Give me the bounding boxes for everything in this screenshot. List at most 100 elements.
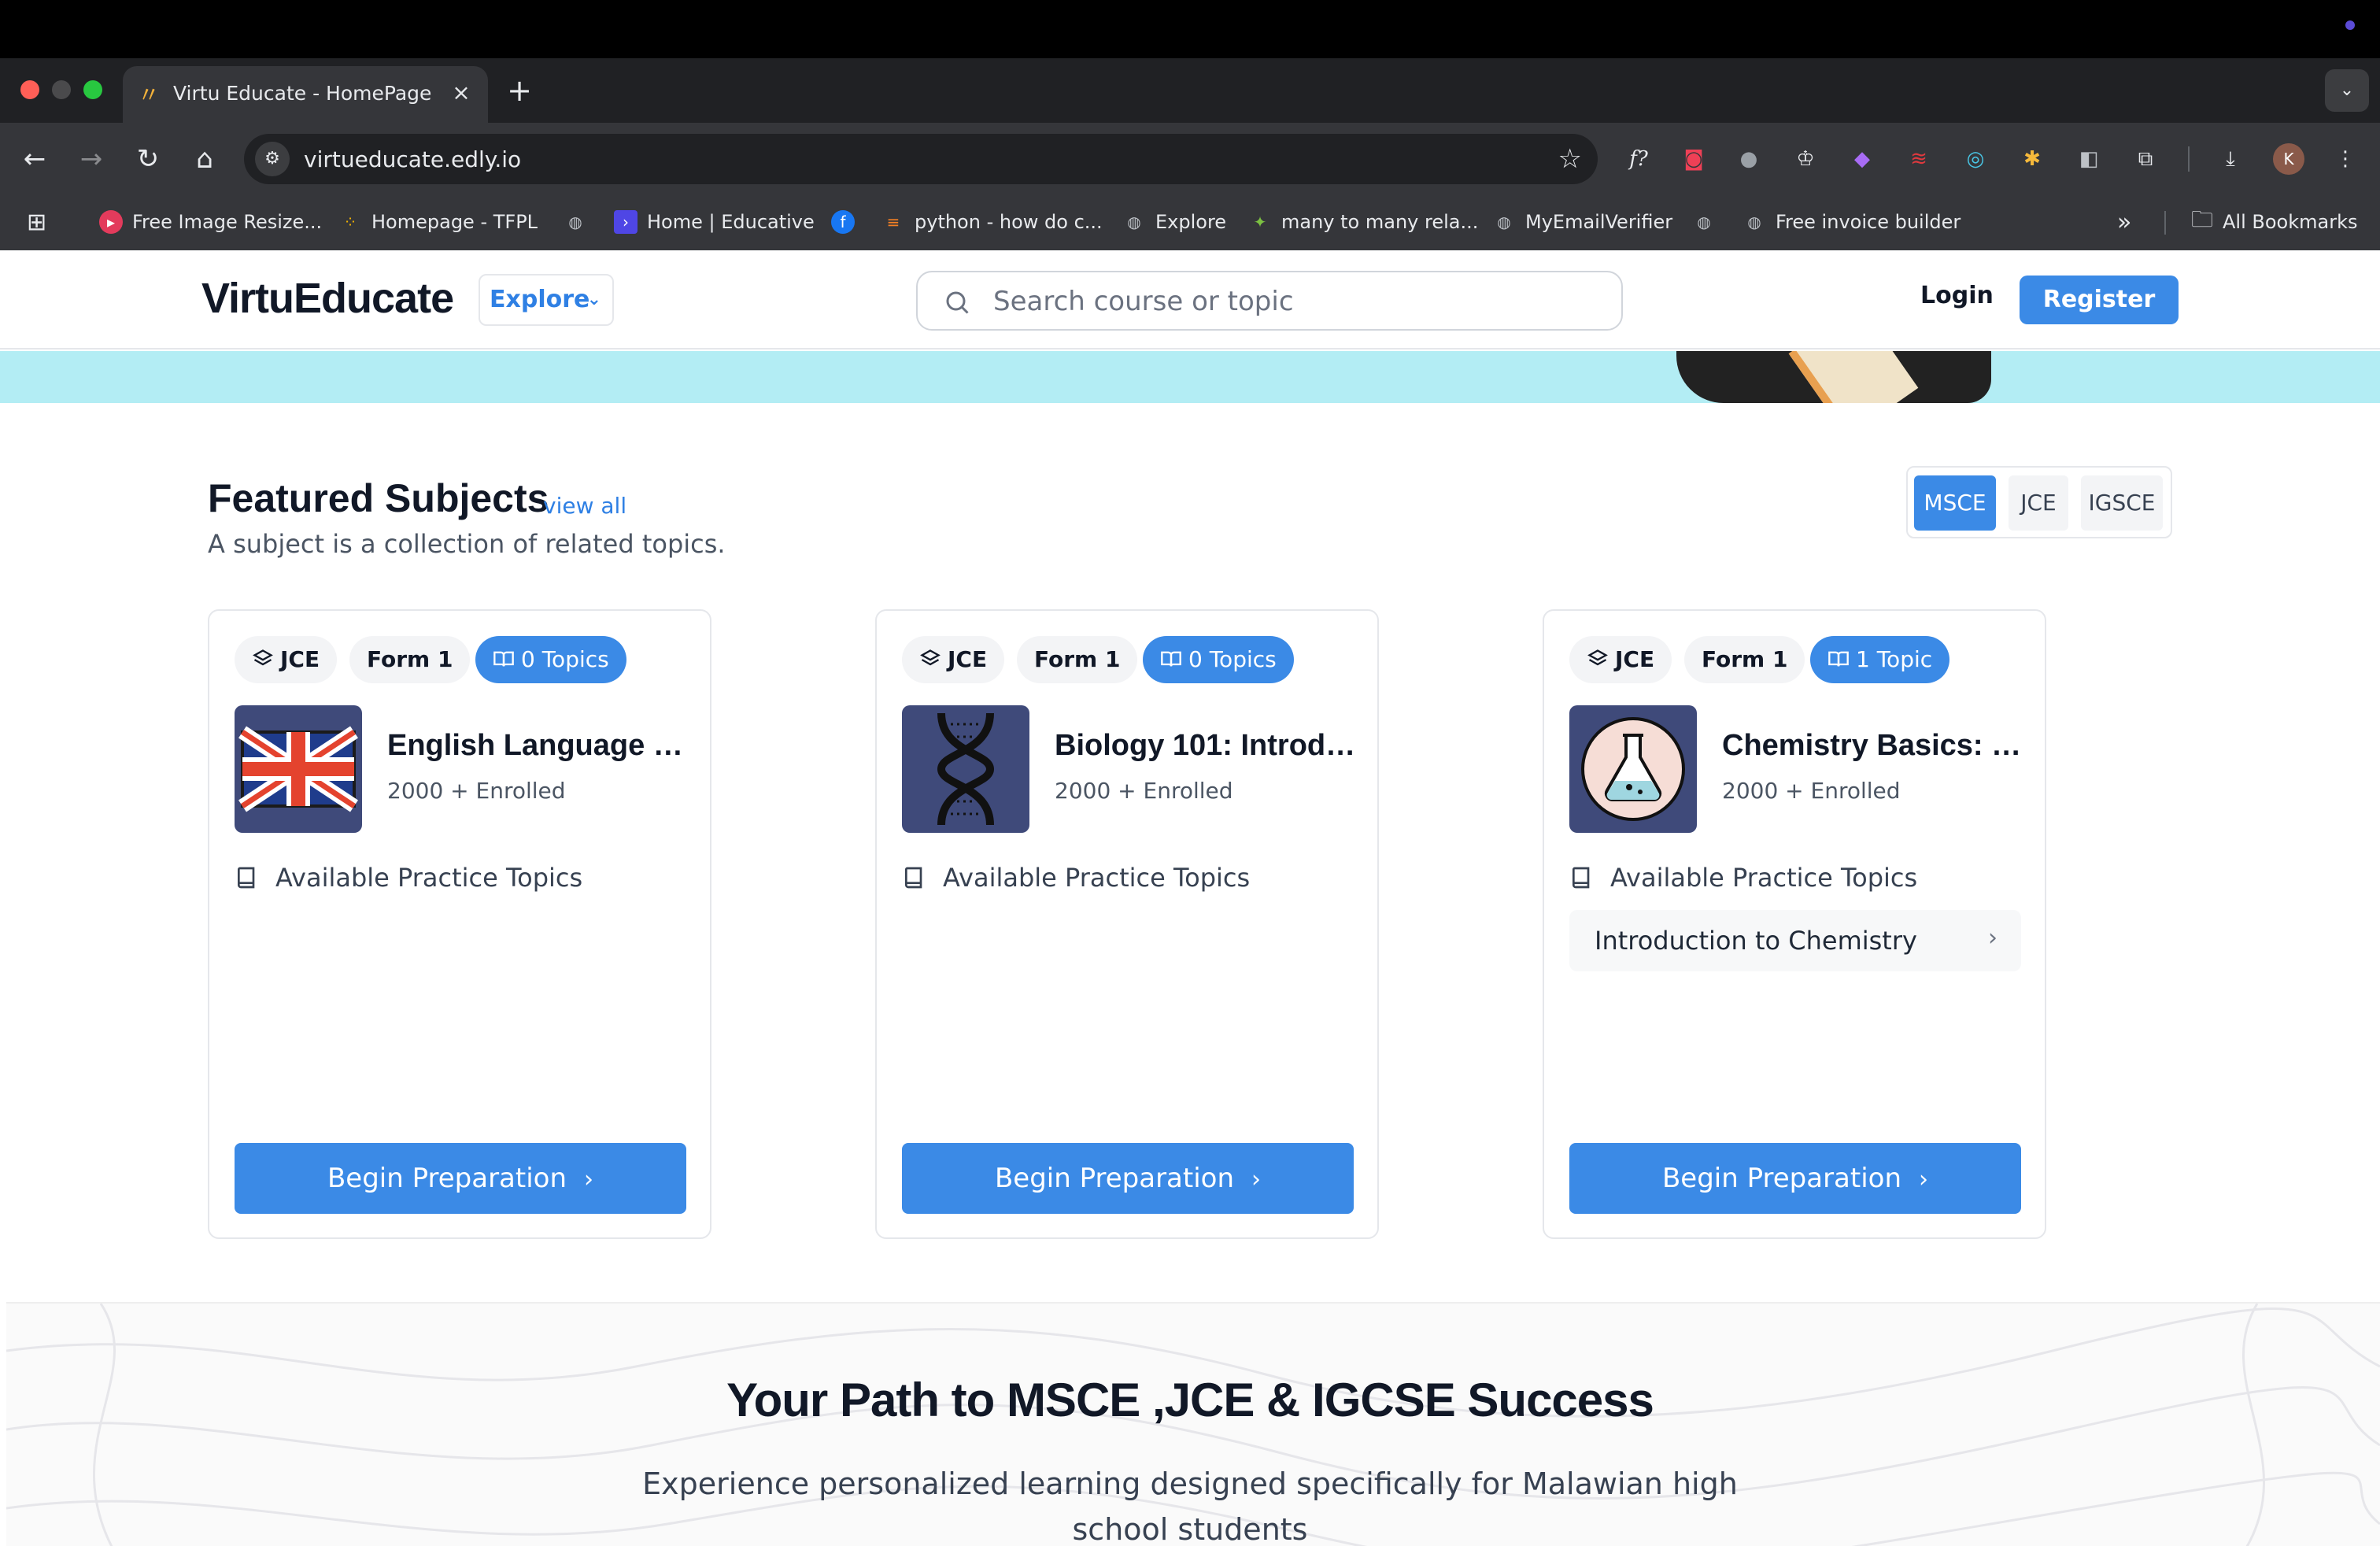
form-badge: Form 1 [1684, 636, 1805, 683]
layers-icon [1587, 649, 1608, 666]
form-badge: Form 1 [1017, 636, 1138, 683]
layers-icon [253, 649, 273, 666]
featured-subjects-subtitle: A subject is a collection of related top… [208, 529, 726, 559]
bookmark-star-icon[interactable]: ☆ [1558, 142, 1582, 176]
back-icon[interactable]: ← [16, 140, 54, 178]
flask-icon [1569, 705, 1697, 833]
window-minimize-button[interactable] [52, 80, 71, 99]
tab-close-icon[interactable]: × [447, 79, 475, 107]
new-tab-button[interactable]: + [504, 76, 535, 107]
tab-msce[interactable]: MSCE [1914, 475, 1996, 531]
facebook-icon: f [831, 210, 855, 234]
bookmark-facebook[interactable]: f [831, 206, 855, 238]
begin-preparation-button[interactable]: Begin Preparation › [1569, 1143, 2021, 1214]
level-badge: JCE [902, 636, 1005, 683]
window-zoom-button[interactable] [83, 80, 102, 99]
extension-stack-icon[interactable]: ≋ [1901, 142, 1936, 176]
practice-topics-heading: Available Practice Topics [1569, 863, 1917, 893]
subject-title[interactable]: English Language Es... [387, 729, 694, 763]
stackoverflow-icon: ≡ [886, 213, 900, 231]
browser-menu-icon[interactable]: ⋮ [2328, 142, 2363, 176]
browser-toolbar: ← → ↻ ⌂ ⚙ virtueducate.edly.io ☆ f? ◙ ● … [0, 123, 2380, 195]
tab-search-button[interactable]: ⌄ [2325, 69, 2369, 112]
register-button[interactable]: Register [2020, 276, 2179, 324]
extension-pinwheel-icon[interactable]: ✱ [2015, 142, 2049, 176]
browser-tab-active[interactable]: 〃 Virtu Educate - HomePage × [123, 66, 488, 123]
practice-topics-heading: Available Practice Topics [235, 863, 582, 893]
address-url[interactable]: virtueducate.edly.io [304, 146, 521, 172]
topics-count-badge: 1 Topic [1810, 636, 1950, 683]
home-icon[interactable]: ⌂ [186, 140, 224, 178]
uk-flag-icon [235, 705, 362, 833]
bookmark-globe-1[interactable]: ◍ [564, 206, 587, 238]
reload-icon[interactable]: ↻ [129, 140, 167, 178]
bookmark-educative[interactable]: › Home | Educative [614, 206, 815, 238]
globe-icon: ◍ [1697, 213, 1711, 231]
extension-formula-icon[interactable]: f? [1621, 142, 1656, 176]
educative-icon: › [614, 210, 638, 234]
profile-avatar[interactable]: K [2273, 143, 2304, 175]
enrolled-count: 2000 + Enrolled [1055, 778, 1233, 804]
subject-title[interactable]: Biology 101: Introduc... [1055, 729, 1362, 763]
hero-book-image [1788, 351, 1919, 403]
section-title: Your Path to MSCE ,JCE & IGCSE Success [726, 1374, 1654, 1426]
extension-pocket-icon[interactable]: ◙ [1676, 142, 1711, 176]
search-box[interactable] [916, 271, 1623, 331]
search-input[interactable] [993, 280, 1591, 323]
extension-window-icon[interactable]: ◧ [2071, 142, 2106, 176]
subject-title[interactable]: Chemistry Basics: Fo... [1722, 729, 2029, 763]
search-icon [946, 291, 969, 314]
layers-icon [920, 649, 941, 666]
tab-jce[interactable]: JCE [2009, 475, 2068, 531]
chevron-right-icon: › [1988, 924, 1998, 952]
begin-preparation-button[interactable]: Begin Preparation › [902, 1143, 1354, 1214]
site-info-icon[interactable]: ⚙ [255, 142, 290, 176]
all-bookmarks-folder[interactable]: 🗀 All Bookmarks [2191, 206, 2357, 238]
apps-grid-icon[interactable]: ⊞ [27, 206, 46, 238]
bookmarks-overflow-icon[interactable]: » [2117, 206, 2131, 238]
dna-thumbnail [902, 705, 1029, 833]
open-book-icon [493, 651, 514, 667]
bookmark-explore[interactable]: ◍ Explore [1122, 206, 1226, 238]
topic-list-item[interactable]: Introduction to Chemistry › [1569, 910, 2021, 971]
bookmarks-divider [2164, 211, 2166, 235]
web-page: VirtuEducate Explore ⌄ Login Register Fe… [0, 250, 2380, 1546]
status-indicator-icon [2345, 20, 2355, 30]
bookmark-homepage-tfpl[interactable]: ⁘ Homepage - TFPL [338, 206, 538, 238]
toolbar-divider [2188, 146, 2190, 172]
address-bar[interactable]: ⚙ virtueducate.edly.io ☆ [244, 134, 1598, 184]
login-link[interactable]: Login [1920, 282, 1994, 309]
globe-icon: ◍ [1497, 213, 1511, 231]
download-icon[interactable]: ⤓ [2213, 142, 2248, 176]
hero-banner [0, 351, 2380, 403]
extension-bulb-icon[interactable]: ● [1731, 142, 1766, 176]
begin-preparation-button[interactable]: Begin Preparation › [235, 1143, 686, 1214]
bookmark-free-invoice-builder[interactable]: ◍ Free invoice builder [1743, 206, 1961, 238]
extensions-puzzle-icon[interactable]: ⧉ [2128, 142, 2163, 176]
extension-color-icon[interactable]: ◎ [1958, 142, 1993, 176]
os-menu-bar [0, 0, 2380, 58]
enrolled-count: 2000 + Enrolled [1722, 778, 1901, 804]
site-logo[interactable]: VirtuEducate [201, 274, 454, 323]
bookmark-many-to-many[interactable]: ✦ many to many rela... [1248, 206, 1479, 238]
extension-brush-icon[interactable]: ◆ [1845, 142, 1879, 176]
subject-card: JCE Form 1 0 Topics Biology 101: Introdu… [875, 609, 1379, 1239]
featured-subjects-title: Featured Subjects [208, 476, 549, 520]
tab-igsce[interactable]: IGSCE [2081, 475, 2163, 531]
bookmark-globe-2[interactable]: ◍ [1692, 206, 1716, 238]
dna-icon [902, 705, 1029, 833]
level-badge: JCE [235, 636, 338, 683]
image-resizer-icon: ▸ [99, 210, 123, 234]
forward-icon[interactable]: → [72, 140, 110, 178]
bookmark-myemailverifier[interactable]: ◍ MyEmailVerifier [1492, 206, 1672, 238]
window-close-button[interactable] [20, 80, 39, 99]
leaf-icon: ✦ [1253, 213, 1267, 231]
chevron-right-icon: › [1919, 1166, 1929, 1193]
extension-chef-icon[interactable]: ♔ [1788, 142, 1823, 176]
bookmark-python-question[interactable]: ≡ python - how do c... [881, 206, 1103, 238]
enrolled-count: 2000 + Enrolled [387, 778, 566, 804]
explore-dropdown[interactable]: Explore ⌄ [479, 274, 614, 326]
form-badge: Form 1 [349, 636, 471, 683]
view-all-link[interactable]: view all [543, 493, 626, 519]
bookmark-free-image-resize[interactable]: ▸ Free Image Resize... [99, 206, 322, 238]
